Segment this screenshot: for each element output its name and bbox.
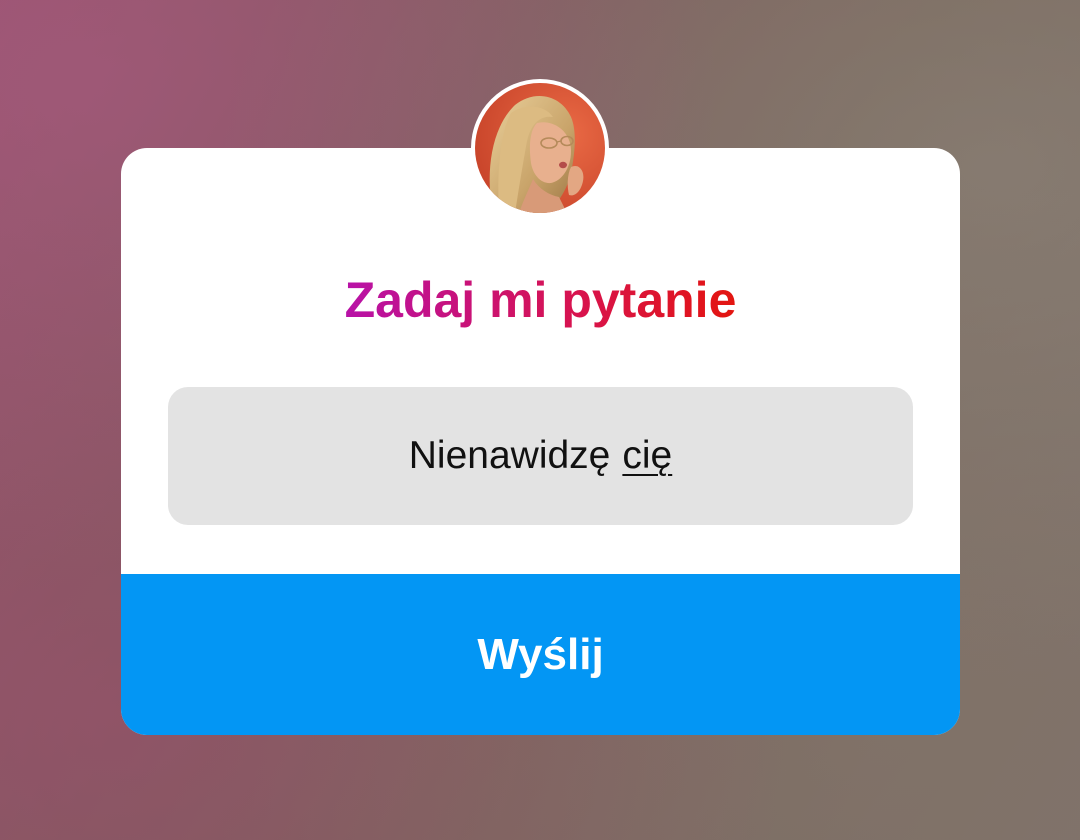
answer-underlined-word: cię [622,434,673,477]
answer-field[interactable]: Nienawidzę cię [168,387,913,525]
answer-text: Nienawidzę [408,434,611,477]
sticker-title-text: Zadaj mi pytanie [344,272,737,328]
avatar[interactable] [471,79,609,217]
send-button[interactable]: Wyślij [121,574,960,735]
profile-photo-avatar-icon [475,83,605,213]
sticker-title: Zadaj mi pytanie [121,270,960,330]
send-button-label: Wyślij [477,629,604,679]
question-sticker-card: Zadaj mi pytanie Nienawidzę cię Wyślij [121,148,960,735]
